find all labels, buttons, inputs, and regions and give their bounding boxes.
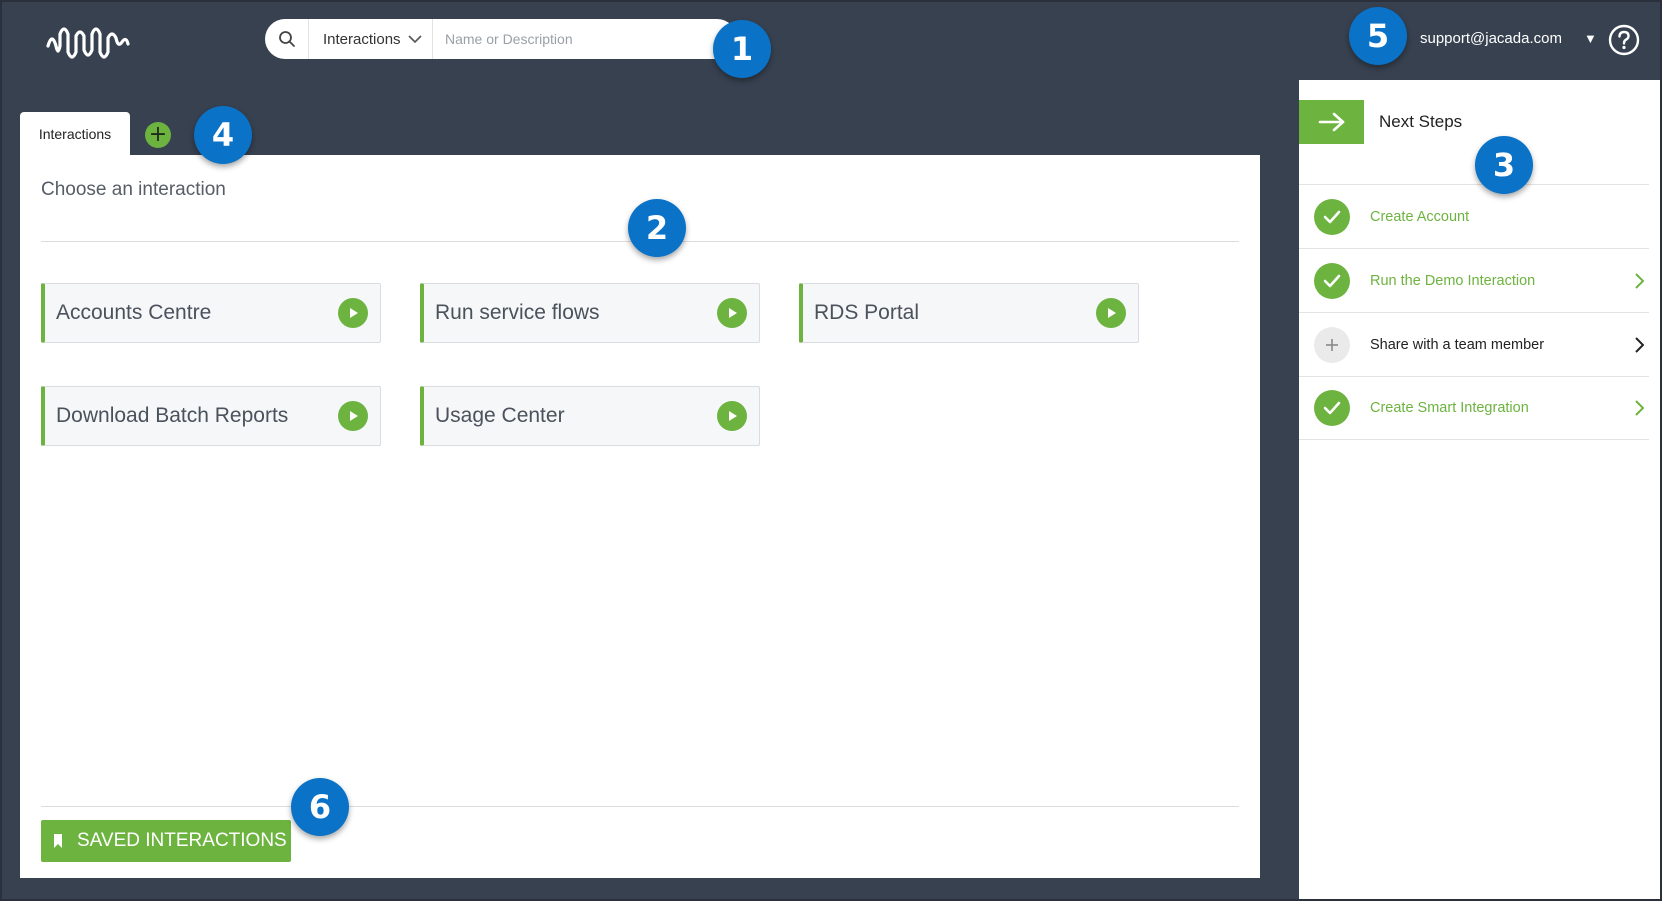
interactions-panel: Choose an interaction Accounts Centre Ru… <box>20 155 1260 878</box>
interaction-label: Accounts Centre <box>56 301 212 324</box>
tab-label: Interactions <box>38 126 112 142</box>
next-steps-panel: Next Steps Create Account Run the Demo I… <box>1299 80 1660 899</box>
step-label: Create Smart Integration <box>1370 400 1529 416</box>
search-bar: Interactions <box>265 19 737 59</box>
interaction-card-rds-portal[interactable]: RDS Portal <box>799 283 1139 343</box>
interaction-card-usage-center[interactable]: Usage Center <box>420 386 760 446</box>
interaction-label: Download Batch Reports <box>56 404 289 427</box>
check-icon <box>1314 390 1350 426</box>
callout-6: 6 <box>291 778 349 836</box>
chevron-right-icon <box>1631 272 1647 289</box>
step-label: Run the Demo Interaction <box>1370 272 1536 289</box>
tab-interactions[interactable]: Interactions <box>20 112 130 156</box>
logo-icon[interactable] <box>46 26 138 62</box>
plus-icon <box>1314 326 1350 363</box>
interaction-card-download-batch-reports[interactable]: Download Batch Reports <box>41 386 381 446</box>
callout-1: 1 <box>713 20 771 78</box>
callout-3: 3 <box>1475 136 1533 194</box>
bookmark-icon <box>54 834 62 848</box>
interaction-label: RDS Portal <box>814 301 920 324</box>
play-icon[interactable] <box>338 298 368 328</box>
interaction-card-run-service-flows[interactable]: Run service flows <box>420 283 760 343</box>
interaction-card-accounts-centre[interactable]: Accounts Centre <box>41 283 381 343</box>
interaction-label: Run service flows <box>435 301 600 324</box>
step-run-demo-interaction[interactable]: Run the Demo Interaction <box>1299 248 1649 312</box>
user-menu-caret-icon: ▼ <box>1583 30 1597 46</box>
chevron-right-icon <box>1631 336 1647 353</box>
step-label: Share with a team member <box>1370 336 1545 353</box>
play-icon[interactable] <box>717 401 747 431</box>
search-scope-label: Interactions <box>323 30 401 48</box>
page-title: Choose an interaction <box>41 179 226 200</box>
user-menu[interactable]: support@jacada.com ▼ <box>1420 25 1597 51</box>
user-email: support@jacada.com <box>1420 29 1562 47</box>
divider <box>41 806 1239 807</box>
saved-interactions-label: SAVED INTERACTIONS <box>77 830 287 851</box>
callout-5: 5 <box>1349 7 1407 65</box>
step-share-team-member[interactable]: Share with a team member <box>1299 312 1649 376</box>
callout-4: 4 <box>194 106 252 164</box>
chevron-down-icon <box>408 34 422 43</box>
play-icon[interactable] <box>338 401 368 431</box>
interaction-label: Usage Center <box>435 404 565 427</box>
play-icon[interactable] <box>717 298 747 328</box>
check-icon <box>1314 198 1350 235</box>
search-scope-select[interactable]: Interactions <box>309 19 433 59</box>
saved-interactions-button[interactable]: SAVED INTERACTIONS <box>41 820 291 862</box>
play-icon[interactable] <box>1096 298 1126 328</box>
search-icon[interactable] <box>265 19 309 59</box>
check-icon <box>1314 262 1350 299</box>
arrow-right-icon[interactable] <box>1299 100 1364 144</box>
step-create-account[interactable]: Create Account <box>1299 184 1649 248</box>
step-create-smart-integration[interactable]: Create Smart Integration <box>1299 376 1649 440</box>
chevron-right-icon <box>1631 400 1647 416</box>
help-icon[interactable] <box>1608 24 1640 56</box>
next-steps-title: Next Steps <box>1379 112 1463 131</box>
search-input[interactable] <box>433 19 737 59</box>
next-steps-header: Next Steps <box>1299 100 1660 144</box>
plus-icon: + <box>148 122 168 147</box>
callout-2: 2 <box>628 199 686 257</box>
add-tab-button[interactable]: + <box>145 122 171 148</box>
step-label: Create Account <box>1370 208 1470 225</box>
